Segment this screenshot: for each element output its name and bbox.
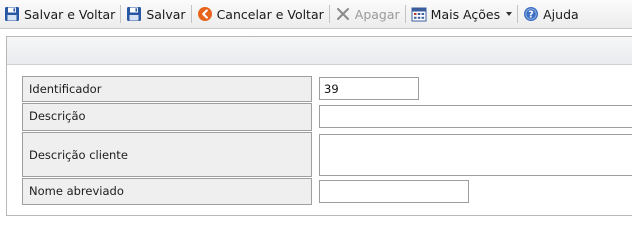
nome-abreviado-input[interactable] <box>319 180 469 203</box>
x-delete-icon <box>335 6 351 22</box>
delete-button[interactable]: Apagar <box>331 3 404 25</box>
form-row-descricao: Descrição <box>22 103 632 131</box>
chevron-down-icon <box>506 12 513 16</box>
toolbar-separator <box>517 5 519 23</box>
nome-abreviado-label: Nome abreviado <box>22 178 312 205</box>
more-actions-label: Mais Ações <box>430 6 501 22</box>
form-row-descricao-cliente: Descrição cliente <box>22 132 632 179</box>
delete-label: Apagar <box>354 6 400 22</box>
cancel-back-icon <box>197 6 213 22</box>
form-row-nome-abreviado: Nome abreviado <box>22 178 469 205</box>
floppy-disk-icon <box>4 6 20 22</box>
save-and-back-label: Salvar e Voltar <box>24 6 116 22</box>
toolbar-separator <box>404 5 406 23</box>
svg-text:?: ? <box>528 10 534 21</box>
cancel-and-back-label: Cancelar e Voltar <box>216 6 324 22</box>
descricao-label: Descrição <box>22 103 312 131</box>
descricao-cliente-label: Descrição cliente <box>22 132 312 177</box>
form-panel: Identificador Descrição Descrição client… <box>6 36 632 216</box>
save-button[interactable]: Salvar <box>122 3 189 25</box>
identificador-label: Identificador <box>22 76 312 102</box>
help-button[interactable]: ? Ajuda <box>519 3 583 25</box>
toolbar-separator <box>328 5 330 23</box>
toolbar-separator <box>120 5 122 23</box>
save-label: Salvar <box>146 6 186 22</box>
save-and-back-button[interactable]: Salvar e Voltar <box>0 3 119 25</box>
identificador-input[interactable] <box>319 77 419 100</box>
more-actions-button[interactable]: Mais Ações <box>407 3 516 25</box>
toolbar-separator <box>190 5 192 23</box>
calendar-actions-icon <box>411 6 427 22</box>
descricao-input[interactable] <box>319 105 632 128</box>
form-row-identificador: Identificador <box>22 76 419 102</box>
floppy-disk-icon <box>126 6 142 22</box>
panel-header <box>7 37 632 65</box>
toolbar: Salvar e Voltar Salvar Cancelar e Voltar <box>0 0 632 29</box>
help-label: Ajuda <box>543 6 579 22</box>
help-icon: ? <box>523 6 539 22</box>
descricao-cliente-textarea[interactable] <box>319 134 632 176</box>
cancel-and-back-button[interactable]: Cancelar e Voltar <box>193 3 328 25</box>
